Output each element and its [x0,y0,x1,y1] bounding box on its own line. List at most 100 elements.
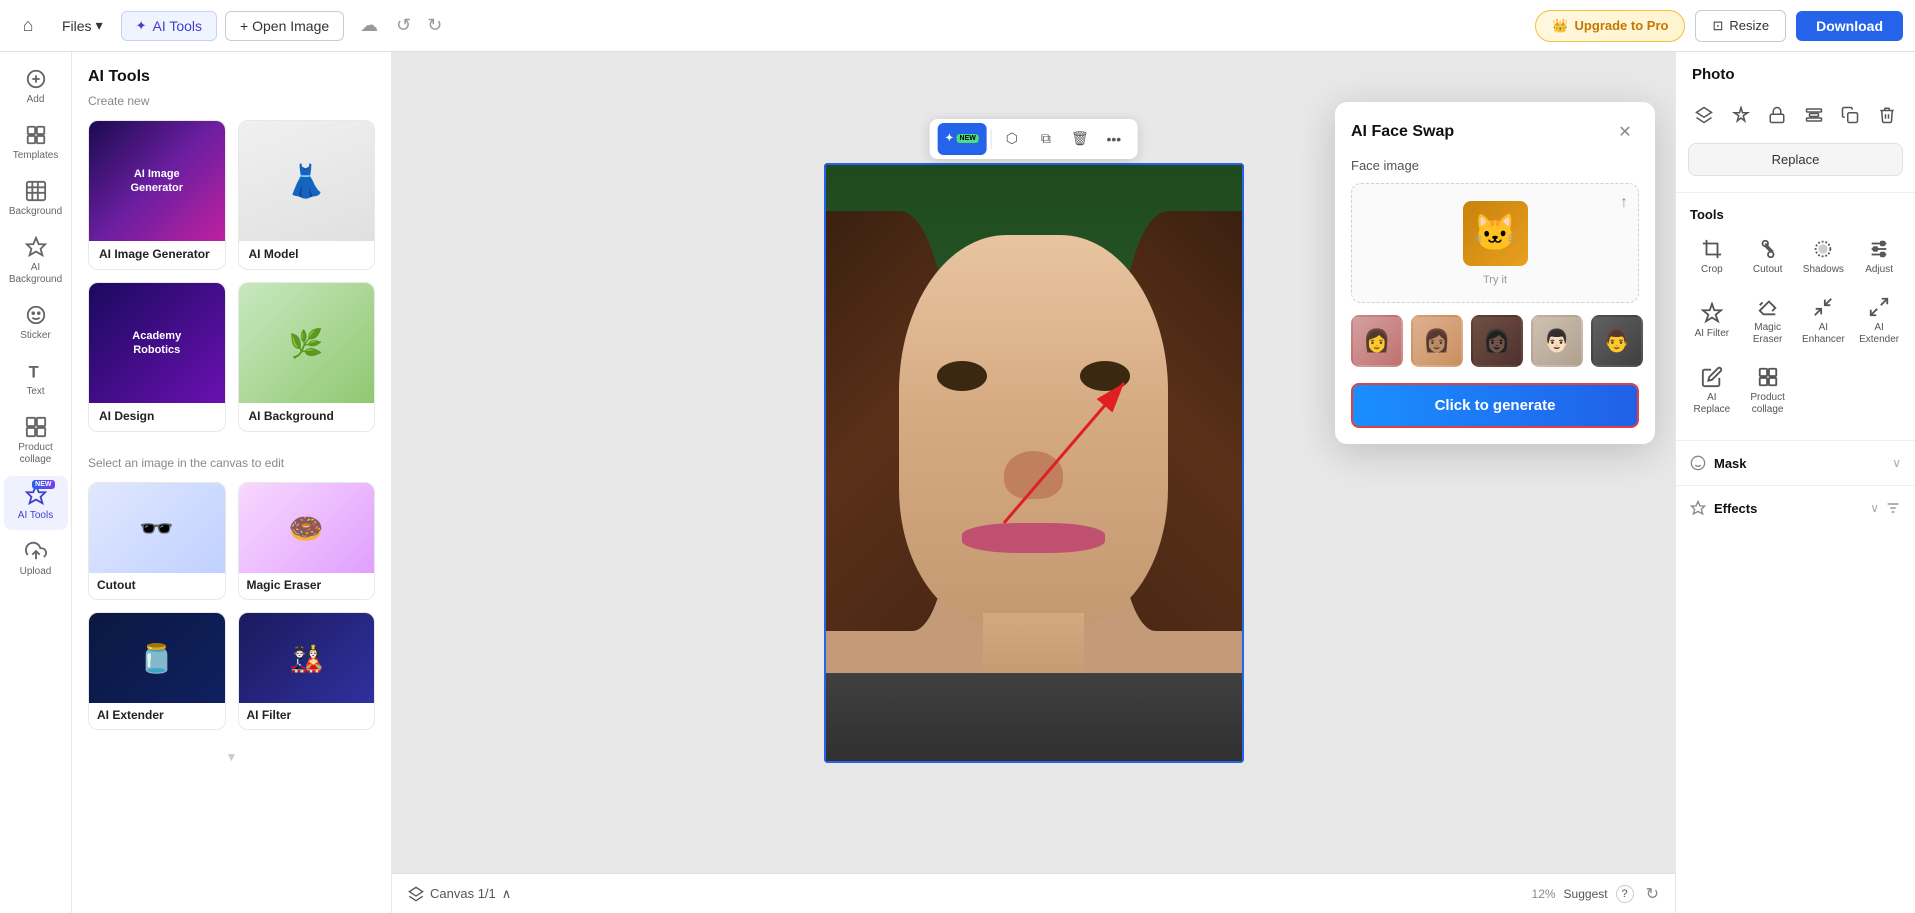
ai-tools-icon: ✦ [136,18,147,34]
home-button[interactable]: ⌂ [12,10,44,42]
canvas-label: Canvas 1/1 [430,886,496,901]
face-sample-1[interactable]: 👩 [1351,315,1403,367]
sidebar-item-ai-tools[interactable]: NEW AI Tools [4,476,68,530]
effects-settings-icon[interactable] [1885,500,1901,516]
ai-edit-button[interactable]: ✦ NEW [937,123,987,155]
shadows-label: Shadows [1803,264,1844,276]
sidebar-item-ai-background[interactable]: AI Background [4,228,68,294]
photo-canvas[interactable] [824,163,1244,763]
right-tools-title: Tools [1676,197,1915,230]
cloud-icon[interactable]: ☁ [360,15,378,36]
right-tool-crop[interactable]: Crop [1686,230,1738,284]
canvas-area: ✦ NEW ⬡ ⧉ 🗑 ••• [392,52,1675,913]
refresh-button[interactable]: ↻ [1646,884,1659,904]
files-chevron-icon: ▾ [96,17,103,34]
face-sample-4[interactable]: 👨🏻 [1531,315,1583,367]
redo-button[interactable]: ↻ [421,11,448,40]
tool-ai-image-generator[interactable]: AI ImageGenerator AI Image Generator [88,120,226,270]
layers-button[interactable]: Canvas 1/1 ∧ [408,886,511,902]
delete-right-icon[interactable] [1871,99,1903,131]
sidebar-item-background[interactable]: Background [4,172,68,226]
right-tool-magic-eraser[interactable]: Magic Eraser [1742,288,1794,354]
replace-button[interactable]: Replace [1688,143,1903,176]
help-button[interactable]: ? [1616,885,1634,903]
effects-icon [1690,500,1706,516]
add-icon [25,68,47,90]
face-upload-area[interactable]: 🐱 Try it ↑ [1351,183,1639,303]
mask-section-row[interactable]: Mask ∨ [1676,445,1915,481]
right-tool-ai-enhancer[interactable]: AI Enhancer [1798,288,1850,354]
ai-enhancer-label: AI Enhancer [1802,322,1846,346]
upgrade-button[interactable]: 👑 Upgrade to Pro [1535,10,1685,42]
canvas-info: 12% Suggest ? [1532,885,1634,903]
sidebar-item-sticker[interactable]: Sticker [4,296,68,350]
delete-button[interactable]: 🗑 [1064,123,1096,155]
face-sample-2[interactable]: 👩🏽 [1411,315,1463,367]
mask-button[interactable]: ⬡ [996,123,1028,155]
right-tool-adjust[interactable]: Adjust [1853,230,1905,284]
sidebar-item-add[interactable]: Add [4,60,68,114]
face-swap-modal: AI Face Swap ✕ Face image 🐱 Try it ↑ 👩 [1335,102,1655,444]
ai-filter-right-icon [1701,302,1723,324]
undo-redo-group: ↺ ↻ [390,11,448,40]
tool-ai-filter-label: AI Filter [239,703,375,729]
right-tools-grid: Crop Cutout Shadows Adjust AI Filter [1676,230,1915,436]
files-menu[interactable]: Files ▾ [52,11,113,40]
sidebar-item-product-collage[interactable]: Product collage [4,408,68,474]
sidebar-item-sticker-label: Sticker [20,330,51,342]
tool-ai-model[interactable]: 👗 AI Model [238,120,376,270]
sidebar-item-text[interactable]: T Text [4,352,68,406]
divider-2 [1676,440,1915,441]
tools-panel-title: AI Tools [72,52,391,94]
copy-icon[interactable] [1834,99,1866,131]
ai-replace-icon [1701,366,1723,388]
tool-cutout[interactable]: 🕶️ Cutout [88,482,226,600]
tool-ai-background[interactable]: 🌿 AI Background [238,282,376,432]
effects-chevron-icon[interactable]: ∨ [1870,501,1879,515]
more-button[interactable]: ••• [1098,123,1130,155]
crown-icon: 👑 [1552,18,1568,34]
right-tool-cutout[interactable]: Cutout [1742,230,1794,284]
tool-magic-eraser[interactable]: 🍩 Magic Eraser [238,482,376,600]
icon-sidebar: Add Templates Background AI Background S… [0,52,72,913]
right-tool-ai-filter[interactable]: AI Filter [1686,288,1738,354]
sidebar-item-upload[interactable]: Upload [4,532,68,586]
resize-button[interactable]: ⊡ Resize [1695,10,1786,42]
mask-row-content: Mask [1690,455,1747,471]
tool-ai-design-label: AI Design [89,403,225,431]
align-icon[interactable] [1798,99,1830,131]
sticker-icon [25,304,47,326]
face-sample-5[interactable]: 👨 [1591,315,1643,367]
right-tool-product-collage[interactable]: Product collage [1742,358,1794,424]
upload-arrow-icon[interactable]: ↑ [1620,194,1628,212]
lock-icon[interactable] [1761,99,1793,131]
undo-button[interactable]: ↺ [390,11,417,40]
layers-icon [408,886,424,902]
sidebar-item-add-label: Add [27,94,45,106]
sidebar-item-background-label: Background [9,206,62,218]
ai-filter-right-label: AI Filter [1695,328,1729,340]
right-tool-ai-replace[interactable]: AI Replace [1686,358,1738,424]
zoom-level: 12% [1532,887,1556,901]
tools-panel-subtitle: Create new [72,94,391,120]
right-tool-shadows[interactable]: Shadows [1798,230,1850,284]
tool-ai-design[interactable]: AcademyRobotics AI Design [88,282,226,432]
right-tool-ai-extender[interactable]: AI Extender [1853,288,1905,354]
product-collage-right-label: Product collage [1746,392,1790,416]
tool-ai-extender[interactable]: 🫙 AI Extender [88,612,226,730]
ai-tools-button[interactable]: ✦ AI Tools [121,11,217,41]
download-button[interactable]: Download [1796,11,1903,41]
face-sample-3[interactable]: 👩🏿 [1471,315,1523,367]
layers-panel-icon[interactable] [1688,99,1720,131]
face-samples-row: 👩 👩🏽 👩🏿 👨🏻 👨 [1335,315,1655,383]
sidebar-item-templates[interactable]: Templates [4,116,68,170]
open-image-button[interactable]: + Open Image [225,11,344,41]
cat-image: 🐱 [1463,201,1528,266]
duplicate-button[interactable]: ⧉ [1030,123,1062,155]
tool-ai-filter[interactable]: 🎎 AI Filter [238,612,376,730]
magic-icon[interactable] [1725,99,1757,131]
generate-button[interactable]: Click to generate [1351,383,1639,428]
scroll-indicator: ▼ [72,746,391,768]
face-swap-close-button[interactable]: ✕ [1611,118,1639,146]
suggest-button[interactable]: Suggest [1564,887,1608,901]
